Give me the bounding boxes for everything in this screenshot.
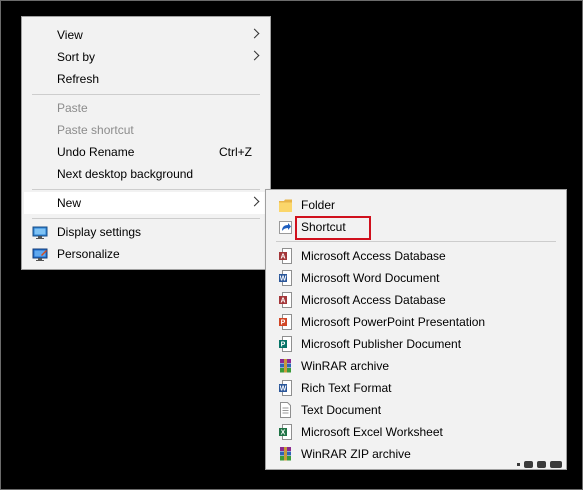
menu-item-label: Microsoft PowerPoint Presentation: [301, 315, 486, 329]
menu-item-label: View: [57, 28, 83, 42]
menu-item-label: Folder: [301, 198, 336, 212]
submenu-item-powerpoint-presentation[interactable]: P Microsoft PowerPoint Presentation: [268, 311, 564, 333]
menu-item-label: Undo Rename: [57, 145, 135, 159]
menu-item-personalize[interactable]: Personalize: [24, 243, 268, 265]
svg-text:W: W: [280, 276, 287, 283]
word-icon: W: [279, 270, 292, 286]
submenu-item-excel-worksheet[interactable]: X Microsoft Excel Worksheet: [268, 421, 564, 443]
publisher-icon: P: [279, 336, 292, 352]
submenu-item-folder[interactable]: Folder: [268, 194, 564, 216]
chevron-right-icon: [249, 196, 260, 207]
menu-item-new[interactable]: New: [24, 192, 268, 214]
svg-text:A: A: [280, 298, 285, 305]
powerpoint-icon: P: [279, 314, 292, 330]
display-icon: [32, 224, 48, 240]
menu-separator: [32, 94, 260, 95]
menu-item-next-desktop-background[interactable]: Next desktop background: [24, 163, 268, 185]
menu-item-label: Sort by: [57, 50, 96, 64]
menu-item-label: Display settings: [57, 225, 142, 239]
menu-item-label: WinRAR archive: [301, 359, 390, 373]
menu-separator: [32, 218, 260, 219]
submenu-item-access-database-2[interactable]: A Microsoft Access Database: [268, 289, 564, 311]
menu-item-refresh[interactable]: Refresh: [24, 68, 268, 90]
chevron-right-icon: [249, 28, 260, 39]
menu-item-label: Paste: [57, 101, 88, 115]
menu-separator: [32, 189, 260, 190]
submenu-item-publisher-document[interactable]: P Microsoft Publisher Document: [268, 333, 564, 355]
menu-item-sort-by[interactable]: Sort by: [24, 46, 268, 68]
rtf-icon: W: [279, 380, 292, 396]
menu-item-label: Refresh: [57, 72, 100, 86]
menu-item-label: Microsoft Access Database: [301, 293, 446, 307]
shortcut-icon: [279, 219, 292, 235]
chevron-right-icon: [249, 50, 260, 61]
new-submenu: Folder Shortcut A Microsoft Access Datab…: [265, 189, 567, 470]
keyboard-shortcut: Ctrl+Z: [219, 145, 252, 159]
access-icon: A: [279, 292, 292, 308]
submenu-item-rich-text-format[interactable]: W Rich Text Format: [268, 377, 564, 399]
menu-item-label: New: [57, 196, 82, 210]
winrar-icon: [279, 358, 292, 374]
svg-text:P: P: [281, 342, 286, 349]
winrar-zip-icon: [279, 446, 292, 462]
submenu-item-word-document[interactable]: W Microsoft Word Document: [268, 267, 564, 289]
menu-item-label: Paste shortcut: [57, 123, 134, 137]
menu-item-view[interactable]: View: [24, 24, 268, 46]
submenu-item-access-database[interactable]: A Microsoft Access Database: [268, 245, 564, 267]
menu-item-label: Next desktop background: [57, 167, 194, 181]
excel-icon: X: [279, 424, 292, 440]
menu-item-label: WinRAR ZIP archive: [301, 447, 411, 461]
menu-item-paste: Paste: [24, 97, 268, 119]
personalize-icon: [32, 246, 48, 262]
menu-item-label: Personalize: [57, 247, 120, 261]
svg-text:X: X: [281, 430, 286, 437]
menu-separator: [276, 241, 556, 242]
menu-item-label: Text Document: [301, 403, 382, 417]
submenu-item-winrar-archive[interactable]: WinRAR archive: [268, 355, 564, 377]
submenu-item-text-document[interactable]: Text Document: [268, 399, 564, 421]
menu-item-label: Microsoft Access Database: [301, 249, 446, 263]
menu-item-label: Microsoft Excel Worksheet: [301, 425, 443, 439]
menu-item-label: Rich Text Format: [301, 381, 392, 395]
svg-text:P: P: [281, 320, 286, 327]
menu-item-paste-shortcut: Paste shortcut: [24, 119, 268, 141]
text-document-icon: [279, 402, 292, 418]
folder-icon: [279, 197, 292, 213]
access-icon: A: [279, 248, 292, 264]
svg-text:A: A: [280, 254, 285, 261]
highlight-box: [295, 216, 371, 240]
menu-item-label: Microsoft Publisher Document: [301, 337, 462, 351]
svg-text:W: W: [280, 386, 287, 393]
watermark: [515, 458, 567, 472]
menu-item-undo-rename[interactable]: Undo Rename Ctrl+Z: [24, 141, 268, 163]
menu-item-display-settings[interactable]: Display settings: [24, 221, 268, 243]
menu-item-label: Microsoft Word Document: [301, 271, 440, 285]
desktop-context-menu: View Sort by Refresh Paste Paste shortcu…: [21, 16, 271, 270]
